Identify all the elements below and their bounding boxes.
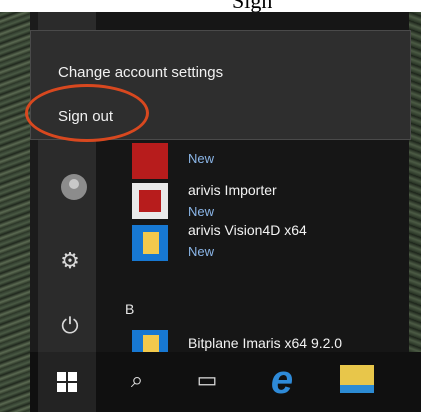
- power-icon[interactable]: ⏻: [57, 313, 83, 339]
- app-name-arivis-importer[interactable]: arivis Importer: [188, 182, 277, 198]
- task-view-icon[interactable]: ▭: [190, 363, 224, 397]
- screenshot: Sign New arivis Importer New arivis Visi…: [0, 0, 421, 412]
- sign-out-highlight-ring: [25, 84, 149, 142]
- file-explorer-icon[interactable]: [340, 365, 374, 393]
- app-status-new: New: [188, 204, 215, 219]
- arivis-vision4d-icon[interactable]: [132, 225, 168, 261]
- app-name-bitplane-imaris[interactable]: Bitplane Imaris x64 9.2.0: [188, 335, 342, 351]
- change-account-settings-item[interactable]: Change account settings: [58, 64, 223, 81]
- app-name-arivis-vision4d[interactable]: arivis Vision4D x64: [188, 222, 307, 238]
- windows-start-icon: [57, 372, 77, 392]
- search-icon[interactable]: ⌕: [120, 363, 154, 397]
- app-status-new: New: [188, 151, 215, 166]
- page-top-strip: [0, 0, 421, 12]
- adobe-app-icon[interactable]: [132, 143, 168, 179]
- edge-icon[interactable]: e: [265, 360, 299, 400]
- app-status-new: New: [188, 244, 215, 259]
- arivis-importer-icon[interactable]: [132, 183, 168, 219]
- section-header-b[interactable]: B: [125, 301, 134, 317]
- user-avatar-icon[interactable]: [61, 174, 87, 200]
- desktop-wallpaper-left: [0, 12, 30, 412]
- gear-icon[interactable]: ⚙: [57, 248, 83, 274]
- bitplane-imaris-icon[interactable]: [132, 330, 168, 352]
